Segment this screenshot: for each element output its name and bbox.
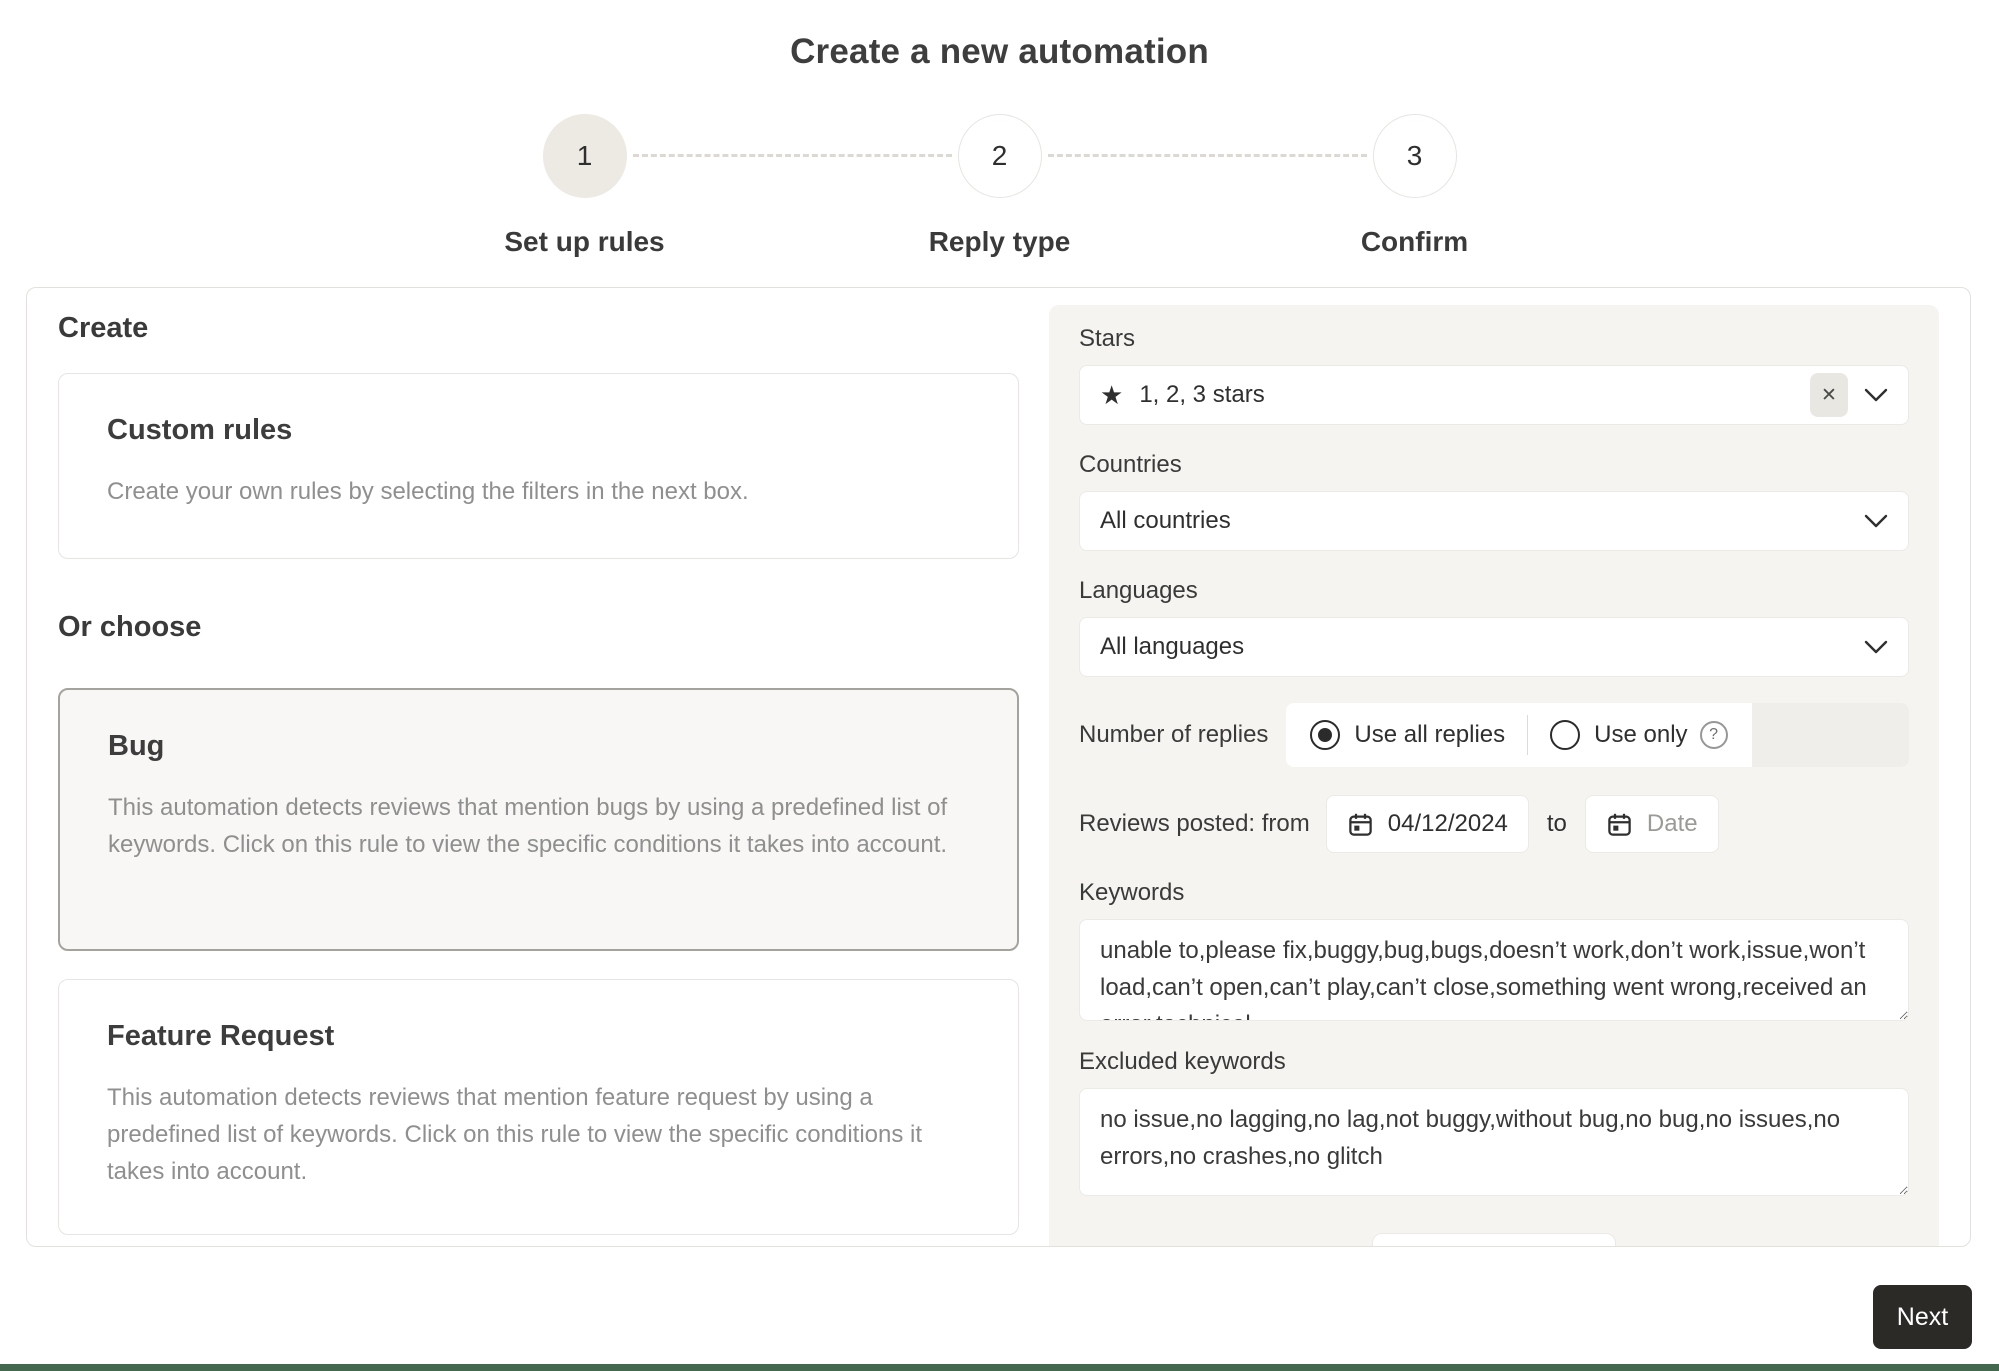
chevron-down-icon (1864, 640, 1888, 654)
custom-rules-description: Create your own rules by selecting the f… (107, 478, 749, 505)
step-3-label: Confirm (1360, 226, 1469, 257)
date-to-placeholder: Date (1646, 810, 1698, 837)
step-2-number: 2 (991, 140, 1008, 171)
chevron-down-icon[interactable] (1864, 388, 1888, 402)
star-icon: ★ (1100, 379, 1124, 410)
radio-unselected-icon[interactable] (1550, 720, 1581, 750)
step-1-circle: 1 (542, 114, 627, 198)
step-confirm[interactable]: 3 Confirm (1047, 114, 1622, 258)
custom-rules-card[interactable]: Custom rules Create your own rules by se… (58, 373, 1019, 559)
bottom-accent-bar (0, 1364, 1999, 1371)
stars-value: 1, 2, 3 stars (1139, 381, 1265, 408)
feature-request-card-description: This automation detects reviews that men… (107, 1084, 923, 1185)
languages-select[interactable]: All languages (1079, 617, 1909, 677)
setup-rules-panel: Create Custom rules Create your own rule… (26, 287, 1971, 1247)
add-condition-row: + Add condition (1079, 1233, 1909, 1246)
chevron-down-icon (1864, 514, 1888, 528)
radio-selected-icon[interactable] (1310, 720, 1341, 750)
keywords-label: Keywords (1079, 879, 1185, 906)
step-2-label: Reply type (928, 226, 1071, 257)
step-1-number: 1 (576, 140, 593, 171)
bug-card-title: Bug (108, 730, 165, 762)
clear-stars-icon[interactable]: ✕ (1810, 373, 1848, 417)
stars-label: Stars (1079, 325, 1136, 352)
to-label: to (1546, 810, 1567, 837)
reviews-posted-row: Reviews posted: from 04/12/2024 to Date (1079, 795, 1909, 853)
page-title: Create a new automation (790, 32, 1209, 71)
languages-value: All languages (1100, 633, 1245, 660)
countries-label: Countries (1079, 451, 1182, 478)
use-only-label: Use only (1594, 721, 1688, 748)
step-3-circle: 3 (1372, 114, 1457, 198)
help-icon[interactable]: ? (1699, 721, 1728, 749)
preset-card-bug[interactable]: Bug This automation detects reviews that… (58, 688, 1019, 951)
step-2-circle: 2 (957, 114, 1042, 198)
radio-use-all-replies[interactable]: Use all replies (1310, 720, 1505, 750)
preset-card-feature-request[interactable]: Feature Request This automation detects … (58, 979, 1019, 1235)
excluded-keywords-label: Excluded keywords (1079, 1048, 1286, 1075)
calendar-icon (1347, 811, 1374, 838)
use-all-replies-label: Use all replies (1354, 721, 1506, 748)
add-condition-button[interactable]: + Add condition (1372, 1233, 1616, 1246)
reviews-posted-label: Reviews posted: from (1079, 810, 1310, 837)
date-from-value: 04/12/2024 (1387, 810, 1508, 837)
stepper: 1 Set up rules 2 Reply type 3 Confirm (0, 114, 1999, 258)
step-3-number: 3 (1406, 140, 1423, 171)
calendar-icon (1606, 811, 1633, 838)
excluded-keywords-textarea[interactable]: no issue,no lagging,no lag,not buggy,wit… (1079, 1088, 1909, 1196)
date-to-picker[interactable]: Date (1584, 795, 1719, 853)
number-of-replies-row: Number of replies Use all replies Use on… (1079, 703, 1909, 767)
feature-request-card-title: Feature Request (107, 1020, 335, 1052)
next-button[interactable]: Next (1873, 1285, 1972, 1349)
rules-column: Create Custom rules Create your own rule… (58, 288, 1019, 1235)
countries-select[interactable]: All countries (1079, 491, 1909, 551)
stars-select[interactable]: ★ 1, 2, 3 stars ✕ (1079, 365, 1909, 425)
date-from-picker[interactable]: 04/12/2024 (1325, 795, 1529, 853)
bug-card-description: This automation detects reviews that men… (108, 794, 948, 858)
step-1-label: Set up rules (504, 226, 665, 257)
custom-rules-title: Custom rules (107, 414, 293, 446)
number-of-replies-label: Number of replies (1079, 721, 1269, 748)
keywords-textarea[interactable]: unable to,please fix,buggy,bug,bugs,does… (1079, 919, 1909, 1021)
filters-panel: Stars ★ 1, 2, 3 stars ✕ Countries All co… (1049, 305, 1939, 1246)
or-choose-heading: Or choose (58, 611, 202, 643)
step-set-up-rules[interactable]: 1 Set up rules (377, 114, 792, 258)
radio-use-only[interactable]: Use only ? (1550, 720, 1728, 750)
countries-value: All countries (1100, 507, 1231, 534)
replies-count-disabled-field (1751, 703, 1909, 767)
languages-label: Languages (1079, 577, 1198, 604)
divider (1527, 715, 1529, 755)
create-heading: Create (58, 312, 149, 344)
step-reply-type[interactable]: 2 Reply type (632, 114, 1207, 258)
replies-radio-group: Use all replies Use only ? (1286, 703, 1752, 767)
